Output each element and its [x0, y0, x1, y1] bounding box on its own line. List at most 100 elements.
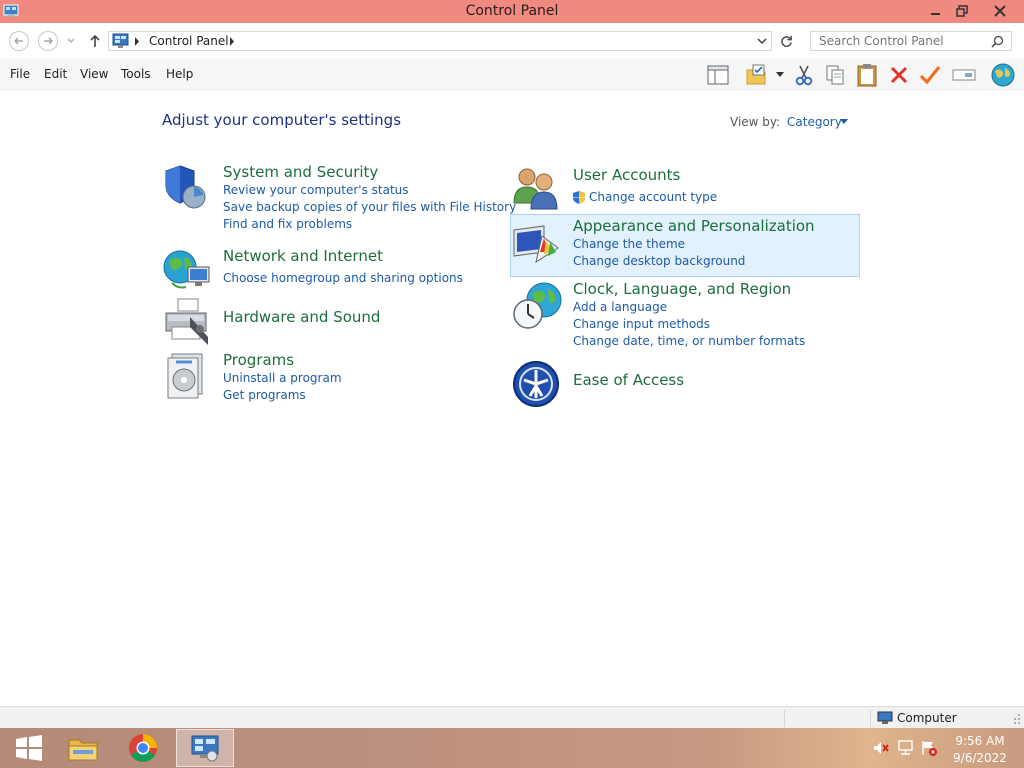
folder-options-button[interactable] — [743, 62, 769, 88]
forward-arrow-icon — [44, 37, 54, 45]
windows-logo-icon — [16, 735, 42, 761]
link-change-theme[interactable]: Change the theme — [573, 237, 685, 251]
link-file-history[interactable]: Save backup copies of your files with Fi… — [223, 200, 516, 214]
control-panel-location-icon — [112, 33, 129, 49]
breadcrumb-separator-icon[interactable] — [134, 37, 140, 46]
address-history-dropdown[interactable] — [757, 37, 767, 45]
back-arrow-icon — [13, 37, 23, 45]
folder-check-icon — [746, 64, 766, 85]
copy-icon — [826, 65, 844, 85]
view-by-label: View by: — [730, 115, 781, 129]
volume-muted-icon[interactable] — [873, 741, 889, 755]
link-uninstall-program[interactable]: Uninstall a program — [223, 371, 342, 385]
status-divider — [784, 710, 785, 727]
search-box[interactable] — [810, 31, 1012, 51]
minimize-icon — [931, 12, 940, 15]
delete-button[interactable] — [886, 62, 912, 88]
up-arrow-icon — [90, 34, 100, 47]
rename-button[interactable] — [951, 62, 977, 88]
taskbar-control-panel[interactable] — [176, 729, 234, 767]
address-bar[interactable]: Control Panel — [108, 31, 772, 51]
link-homegroup-sharing[interactable]: Choose homegroup and sharing options — [223, 271, 463, 285]
ease-of-access-icon[interactable] — [512, 360, 560, 408]
category-user-accounts[interactable]: User Accounts — [573, 166, 680, 184]
taskbar-chrome[interactable] — [114, 729, 172, 767]
link-change-account-type[interactable]: Change account type — [589, 190, 717, 204]
clock-globe-icon[interactable] — [512, 280, 564, 332]
resize-grip-icon[interactable] — [1012, 713, 1021, 724]
copy-button[interactable] — [822, 62, 848, 88]
explorer-globe-button[interactable] — [990, 62, 1016, 88]
menu-edit[interactable]: Edit — [44, 67, 67, 81]
back-button[interactable] — [9, 31, 29, 51]
search-icon[interactable] — [991, 35, 1004, 48]
monitor-palette-icon[interactable] — [512, 222, 562, 266]
start-button[interactable] — [0, 729, 58, 767]
shield-icon[interactable] — [162, 163, 210, 211]
breadcrumb-expand-icon[interactable] — [229, 37, 235, 46]
refresh-icon — [780, 35, 792, 47]
refresh-button[interactable] — [776, 32, 796, 50]
link-add-language[interactable]: Add a language — [573, 300, 667, 314]
users-icon[interactable] — [512, 165, 562, 211]
menu-help[interactable]: Help — [166, 67, 193, 81]
menu-file[interactable]: File — [10, 67, 30, 81]
cut-button[interactable] — [791, 62, 817, 88]
link-find-fix-problems[interactable]: Find and fix problems — [223, 217, 352, 231]
page-heading: Adjust your computer's settings — [162, 111, 402, 129]
computer-icon — [877, 711, 893, 725]
link-change-input-methods[interactable]: Change input methods — [573, 317, 710, 331]
window-title: Control Panel — [465, 3, 559, 19]
category-ease-of-access[interactable]: Ease of Access — [573, 371, 684, 389]
control-panel-icon — [191, 735, 219, 762]
organize-dropdown-arrow[interactable] — [776, 72, 784, 77]
restore-icon — [956, 4, 968, 17]
link-change-desktop-background[interactable]: Change desktop background — [573, 254, 745, 268]
up-button[interactable] — [88, 33, 102, 49]
link-review-status[interactable]: Review your computer's status — [223, 183, 409, 197]
action-center-flag-icon[interactable] — [921, 740, 938, 756]
status-divider — [870, 710, 871, 727]
recent-locations-dropdown[interactable] — [66, 37, 76, 45]
close-icon — [994, 4, 1006, 17]
globe-icon — [991, 63, 1015, 87]
category-hardware-and-sound[interactable]: Hardware and Sound — [223, 308, 380, 326]
view-by-dropdown[interactable]: Category — [787, 115, 842, 129]
preview-pane-button[interactable] — [705, 62, 731, 88]
chevron-down-icon — [776, 72, 784, 77]
pane-layout-icon — [707, 65, 729, 85]
rename-box-icon — [952, 69, 976, 81]
category-clock-language-region[interactable]: Clock, Language, and Region — [573, 280, 791, 298]
properties-button[interactable] — [917, 62, 943, 88]
chrome-icon — [129, 734, 157, 762]
taskbar-clock[interactable]: 9:56 AM 9/6/2022 — [944, 733, 1016, 767]
category-appearance-and-personalization[interactable]: Appearance and Personalization — [573, 217, 815, 235]
paste-button[interactable] — [854, 62, 880, 88]
restore-button[interactable] — [948, 0, 976, 21]
link-date-time-formats[interactable]: Change date, time, or number formats — [573, 334, 805, 348]
checkmark-icon — [919, 66, 941, 85]
globe-network-icon[interactable] — [162, 247, 212, 293]
folder-icon — [68, 739, 98, 761]
chevron-down-icon — [757, 38, 767, 45]
link-get-programs[interactable]: Get programs — [223, 388, 306, 402]
forward-button[interactable] — [38, 31, 58, 51]
close-button[interactable] — [986, 0, 1014, 21]
clipboard-paste-icon — [857, 64, 877, 87]
menu-view[interactable]: View — [80, 67, 108, 81]
network-icon[interactable] — [897, 740, 914, 756]
category-network-and-internet[interactable]: Network and Internet — [223, 247, 383, 265]
menu-tools[interactable]: Tools — [121, 67, 151, 81]
taskbar-file-explorer[interactable] — [54, 729, 112, 767]
status-location: Computer — [897, 711, 957, 725]
category-system-and-security[interactable]: System and Security — [223, 163, 378, 181]
category-programs[interactable]: Programs — [223, 351, 294, 369]
printer-icon[interactable] — [162, 297, 212, 345]
chevron-down-icon — [67, 38, 75, 44]
minimize-button[interactable] — [922, 0, 950, 21]
programs-icon[interactable] — [162, 352, 210, 400]
search-input[interactable] — [811, 32, 986, 50]
scissors-icon — [795, 65, 813, 86]
view-by-arrow-icon[interactable] — [840, 119, 848, 124]
breadcrumb-control-panel[interactable]: Control Panel — [149, 34, 229, 48]
